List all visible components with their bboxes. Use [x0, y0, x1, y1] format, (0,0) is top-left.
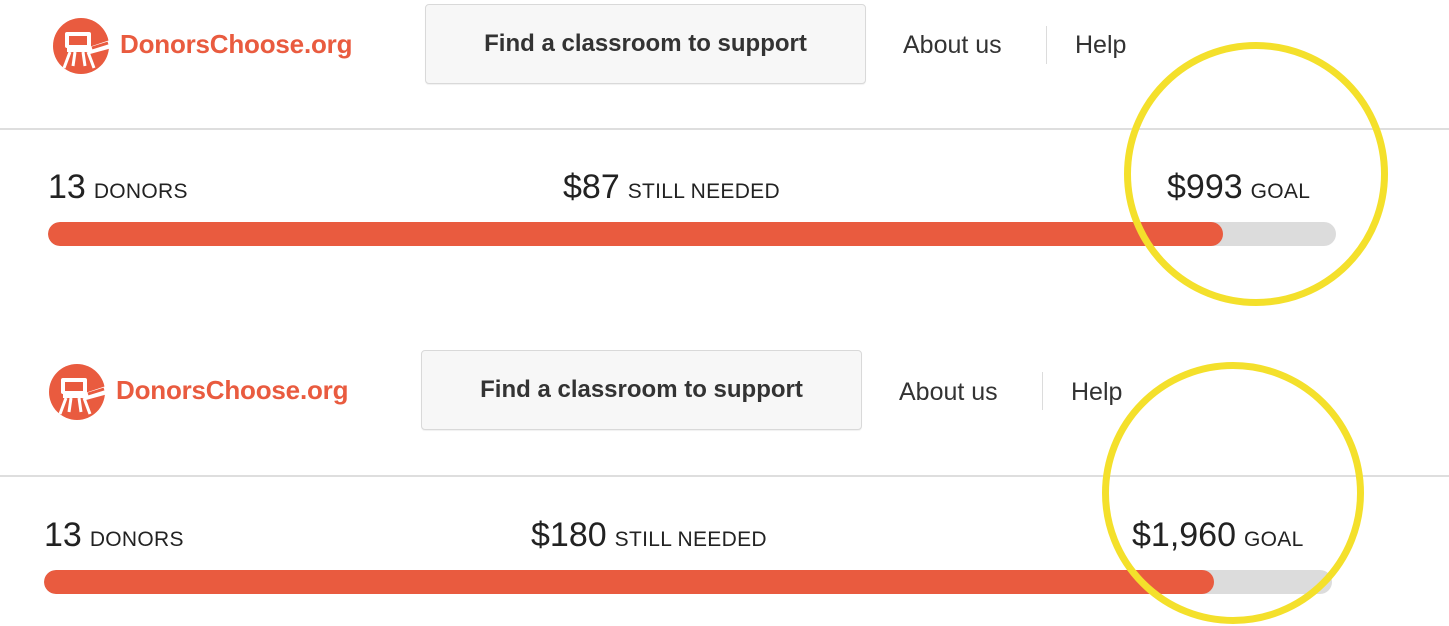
nav-divider	[1046, 26, 1047, 64]
donors-value: 13	[48, 168, 86, 206]
still-needed-amount: $87 STILL NEEDED	[563, 168, 780, 207]
donors-count: 13 DONORS	[48, 168, 188, 207]
find-classroom-button[interactable]: Find a classroom to support	[425, 4, 866, 84]
highlight-circle	[1102, 362, 1364, 624]
logo-text: DonorsChoose.org	[120, 28, 353, 59]
donors-label: DONORS	[93, 180, 188, 203]
still-needed-amount: $180 STILL NEEDED	[531, 516, 767, 555]
chair-logo-icon	[53, 18, 112, 74]
still-needed-label: STILL NEEDED	[614, 528, 767, 551]
still-needed-label: STILL NEEDED	[627, 180, 780, 203]
donors-count: 13 DONORS	[44, 516, 184, 555]
help-link[interactable]: Help	[1071, 378, 1122, 407]
about-us-link[interactable]: About us	[899, 378, 998, 407]
still-needed-value: $87	[563, 168, 620, 206]
still-needed-value: $180	[531, 516, 607, 554]
donation-panel-1: DonorsChoose.org Find a classroom to sup…	[0, 0, 1449, 306]
logo-link[interactable]: DonorsChoose.org	[48, 10, 352, 78]
nav-divider	[1042, 372, 1043, 410]
highlight-circle	[1124, 42, 1388, 306]
about-us-link[interactable]: About us	[903, 31, 1002, 60]
donors-value: 13	[44, 516, 82, 554]
progress-bar-fill	[48, 222, 1223, 246]
chair-logo-icon	[49, 364, 108, 420]
progress-bar-fill	[44, 570, 1214, 594]
help-link[interactable]: Help	[1075, 31, 1126, 60]
logo-text: DonorsChoose.org	[116, 374, 349, 405]
donation-panel-2: DonorsChoose.org Find a classroom to sup…	[0, 346, 1449, 626]
logo-link[interactable]: DonorsChoose.org	[44, 356, 348, 424]
donors-label: DONORS	[89, 528, 184, 551]
find-classroom-button[interactable]: Find a classroom to support	[421, 350, 862, 430]
